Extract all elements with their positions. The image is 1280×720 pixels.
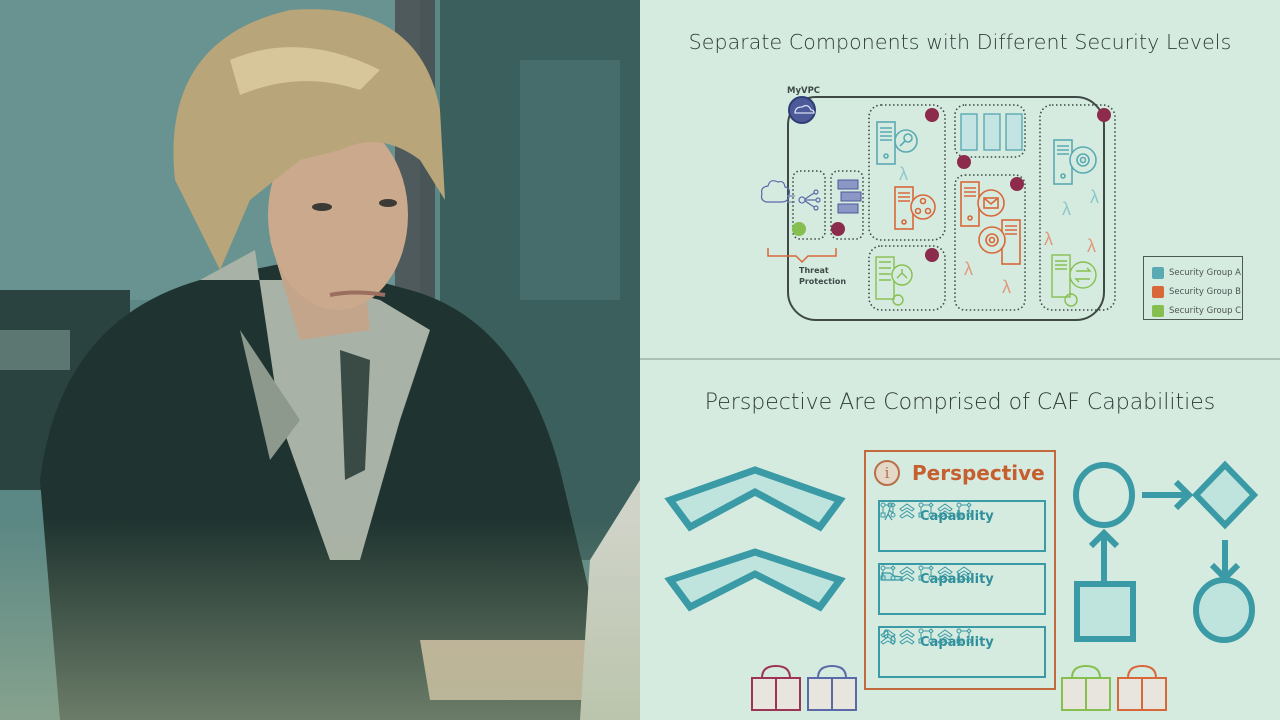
- search-server-icon: λ: [876, 121, 918, 184]
- perspective-title: Perspective: [912, 461, 1045, 485]
- capability-glyphs: [880, 502, 972, 519]
- flow-glyph-icon: [880, 565, 896, 581]
- flow-glyph-icon: [918, 565, 934, 581]
- lambda-icon: λ: [1002, 277, 1011, 297]
- vpc-boundary: [787, 96, 1105, 321]
- exchange-server-icon: [1051, 254, 1097, 307]
- capability-card: Capability: [878, 563, 1046, 615]
- flow-glyph-icon: [956, 628, 972, 644]
- lock-icon: [925, 248, 939, 262]
- info-icon: i: [874, 460, 900, 486]
- chevrons-glyph-icon: [880, 629, 896, 645]
- caf-capabilities-slide: Perspective Are Comprised of CAF Capabil…: [640, 362, 1280, 720]
- arrow-right-icon: [1142, 479, 1194, 511]
- chevrons-glyph-icon: [937, 629, 953, 645]
- lambda-icon: λ: [1090, 187, 1099, 207]
- threat-protection-bracket: [767, 248, 837, 264]
- flow-glyph-icon: [880, 502, 896, 518]
- legend-swatch-a: [1152, 266, 1164, 279]
- flowchart-icon: [1073, 460, 1259, 643]
- lambda-icon: λ: [1044, 229, 1053, 249]
- lambda-icon: λ: [1087, 236, 1096, 256]
- legend-label: Security Group B: [1169, 286, 1242, 297]
- chevrons-glyph-icon: [899, 566, 915, 582]
- legend-label: Security Group A: [1169, 267, 1242, 278]
- vpc-label: MyVPC: [787, 86, 820, 96]
- server-cluster-icon: [960, 113, 1023, 151]
- lock-icon: [831, 222, 845, 236]
- presenter-photo: [0, 0, 640, 720]
- arrow-down-icon: [1209, 540, 1241, 583]
- firewall-icon: [837, 179, 862, 214]
- reader-icon: [807, 664, 857, 711]
- legend-swatch-b: [1152, 285, 1164, 298]
- chevrons-glyph-icon: [937, 503, 953, 519]
- chevrons-glyph-icon: [937, 566, 953, 582]
- capability-card: Capability: [878, 500, 1046, 552]
- lambda-icon: λ: [964, 259, 973, 279]
- arrow-up-icon: [1088, 528, 1120, 587]
- lambda-icon: λ: [899, 164, 908, 184]
- flow-circle-end: [1193, 577, 1255, 643]
- lock-icon: [925, 108, 939, 122]
- legend-swatch-c: [1152, 304, 1164, 317]
- capability-glyphs: [880, 565, 972, 582]
- legend-label: Security Group C: [1169, 305, 1242, 316]
- lambda-icon: λ: [1062, 199, 1071, 219]
- reader-icon: [751, 664, 801, 711]
- network-server-icon: [894, 186, 936, 230]
- share-icon: [798, 189, 821, 211]
- threat-label: Threat: [799, 266, 829, 275]
- capability-glyphs: [880, 628, 972, 645]
- gear-server-icon: [1053, 139, 1097, 185]
- capability-card: Capability: [878, 626, 1046, 678]
- flow-glyph-icon: [918, 628, 934, 644]
- chevrons-glyph-icon: [899, 503, 915, 519]
- chevrons-glyph-icon: [956, 566, 972, 582]
- legend-item: Security Group C: [1152, 301, 1242, 320]
- chevron-up-icon: [664, 466, 846, 612]
- flow-circle-start: [1073, 462, 1135, 528]
- security-group-legend: Security Group A Security Group B Securi…: [1143, 256, 1243, 320]
- reader-icon: [1061, 664, 1111, 711]
- chevrons-glyph-icon: [899, 629, 915, 645]
- flow-square: [1074, 581, 1136, 642]
- lock-icon: [957, 155, 971, 169]
- perspective-header: i Perspective: [874, 460, 1045, 486]
- flow-glyph-icon: [918, 502, 934, 518]
- lock-icon-group-c: [792, 222, 806, 236]
- perspective-card: i Perspective Capability Capability Capa…: [864, 450, 1056, 690]
- lock-icon: [1097, 108, 1111, 122]
- flow-diamond: [1191, 460, 1259, 530]
- legend-item: Security Group B: [1152, 282, 1242, 301]
- photo-fade-overlay: [0, 520, 640, 720]
- cloud-icon: [760, 180, 795, 203]
- hierarchy-server-icon: [875, 256, 913, 306]
- flow-glyph-icon: [956, 502, 972, 518]
- threat-label-line2: Protection: [799, 277, 846, 286]
- legend-item: Security Group A: [1152, 263, 1242, 282]
- gear-server-icon: [978, 219, 1021, 265]
- security-levels-slide: Separate Components with Different Secur…: [640, 0, 1280, 360]
- reader-icon: [1117, 664, 1167, 711]
- mail-server-icon: [960, 181, 1005, 227]
- lock-icon: [1010, 177, 1024, 191]
